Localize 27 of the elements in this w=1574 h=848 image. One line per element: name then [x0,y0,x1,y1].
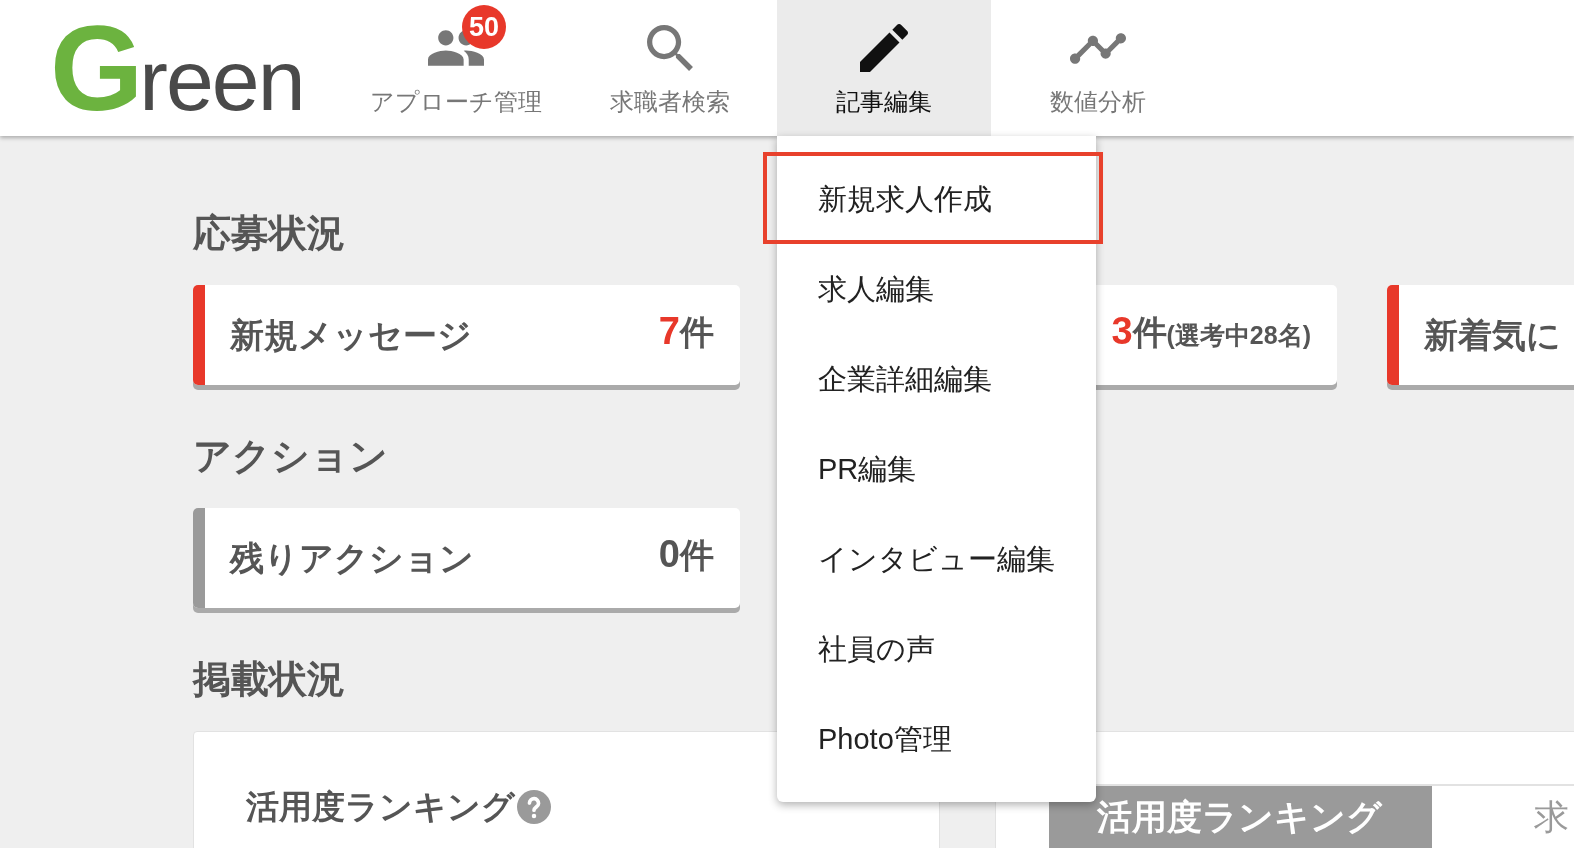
menu-item[interactable]: 社員の声 [777,604,1096,694]
nav-tab[interactable]: 50 アプローチ管理 [349,0,563,136]
card-title: 新着気に [1424,315,1561,355]
section-heading: 応募状況 [193,212,345,255]
search-icon [647,25,693,71]
card-title: 新規メッセージ [230,315,472,355]
line-chart-icon [1070,32,1126,64]
card-count: 7件 [658,310,714,354]
nav-tab[interactable]: 数値分析 [991,0,1205,136]
logo[interactable]: Green [50,8,304,128]
section-heading: 掲載状況 [193,658,345,701]
menu-item[interactable]: 求人編集 [777,244,1096,334]
card-title: 残りアクション [230,538,474,578]
nav-tab[interactable]: 求職者検索 [563,0,777,136]
menu-item[interactable]: 新規求人作成 [777,154,1096,244]
menu-item[interactable]: Photo管理 [777,694,1096,784]
menu-item[interactable]: インタビュー編集 [777,514,1096,604]
menu-item[interactable]: 企業詳細編集 [777,334,1096,424]
menu-item[interactable]: PR編集 [777,424,1096,514]
pencil-icon [860,24,908,72]
nav-tab[interactable]: 記事編集 [777,0,991,136]
card-count: 0件 [658,533,714,577]
help-icon[interactable] [517,790,551,824]
card-count: 3件(選考中28名) [1111,310,1311,354]
panel-title: 活用度ランキング [246,787,515,827]
count-badge: 50 [462,5,506,49]
section-heading: アクション [193,435,388,478]
